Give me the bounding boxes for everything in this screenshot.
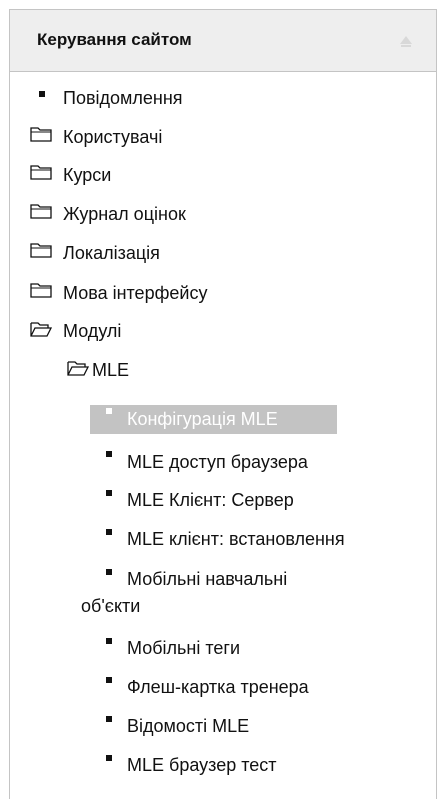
bullet-icon: [106, 408, 112, 414]
bullet-icon: [39, 91, 45, 97]
nav-item-label: Локалізація: [63, 243, 160, 263]
collapse-icon[interactable]: [400, 36, 412, 47]
folder-closed-icon: [30, 165, 52, 180]
nav-item-label: Модулі: [63, 321, 122, 341]
nav-item-label: Журнал оцінок: [63, 204, 186, 224]
block-header: Керування сайтом: [10, 10, 436, 72]
bullet-icon: [106, 451, 112, 457]
folder-closed-icon: [30, 243, 52, 258]
folder-open-icon: [67, 361, 89, 376]
bullet-icon: [106, 569, 112, 575]
nav-item-label-line1: Мобільні навчальні: [127, 569, 288, 589]
nav-item-label: Курси: [63, 165, 112, 185]
nav-item-label: Конфігурація MLE: [127, 409, 278, 429]
nav-item-label: Користувачі: [63, 127, 163, 147]
bullet-icon: [106, 755, 112, 761]
nav-item-label: MLE Клієнт: Сервер: [127, 490, 294, 510]
folder-closed-icon: [30, 283, 52, 298]
nav-item-label: Повідомлення: [63, 88, 183, 108]
bullet-icon: [106, 716, 112, 722]
nav-item-label: Мова інтерфейсу: [63, 283, 208, 303]
nav-item-label: Флеш-картка тренера: [127, 677, 309, 697]
nav-item-label: MLE доступ браузера: [127, 452, 308, 472]
nav-item-label: MLE браузер тест: [127, 755, 277, 775]
folder-closed-icon: [30, 127, 52, 142]
folder-closed-icon: [30, 204, 52, 219]
nav-item-label: Відомості MLE: [127, 716, 250, 736]
folder-open-icon: [30, 322, 52, 337]
nav-item-label: MLE: [92, 360, 130, 380]
block-title: Керування сайтом: [37, 30, 192, 49]
bullet-icon: [106, 529, 112, 535]
bullet-icon: [106, 638, 112, 644]
site-administration-block: Керування сайтом Повідомлення Користувач…: [9, 9, 437, 799]
nav-item-label: MLE клієнт: встановлення: [127, 529, 345, 549]
nav-item-label: Мобільні теги: [127, 638, 241, 658]
nav-item-label-line2: об'єкти: [81, 596, 141, 616]
bullet-icon: [106, 490, 112, 496]
bullet-icon: [106, 677, 112, 683]
